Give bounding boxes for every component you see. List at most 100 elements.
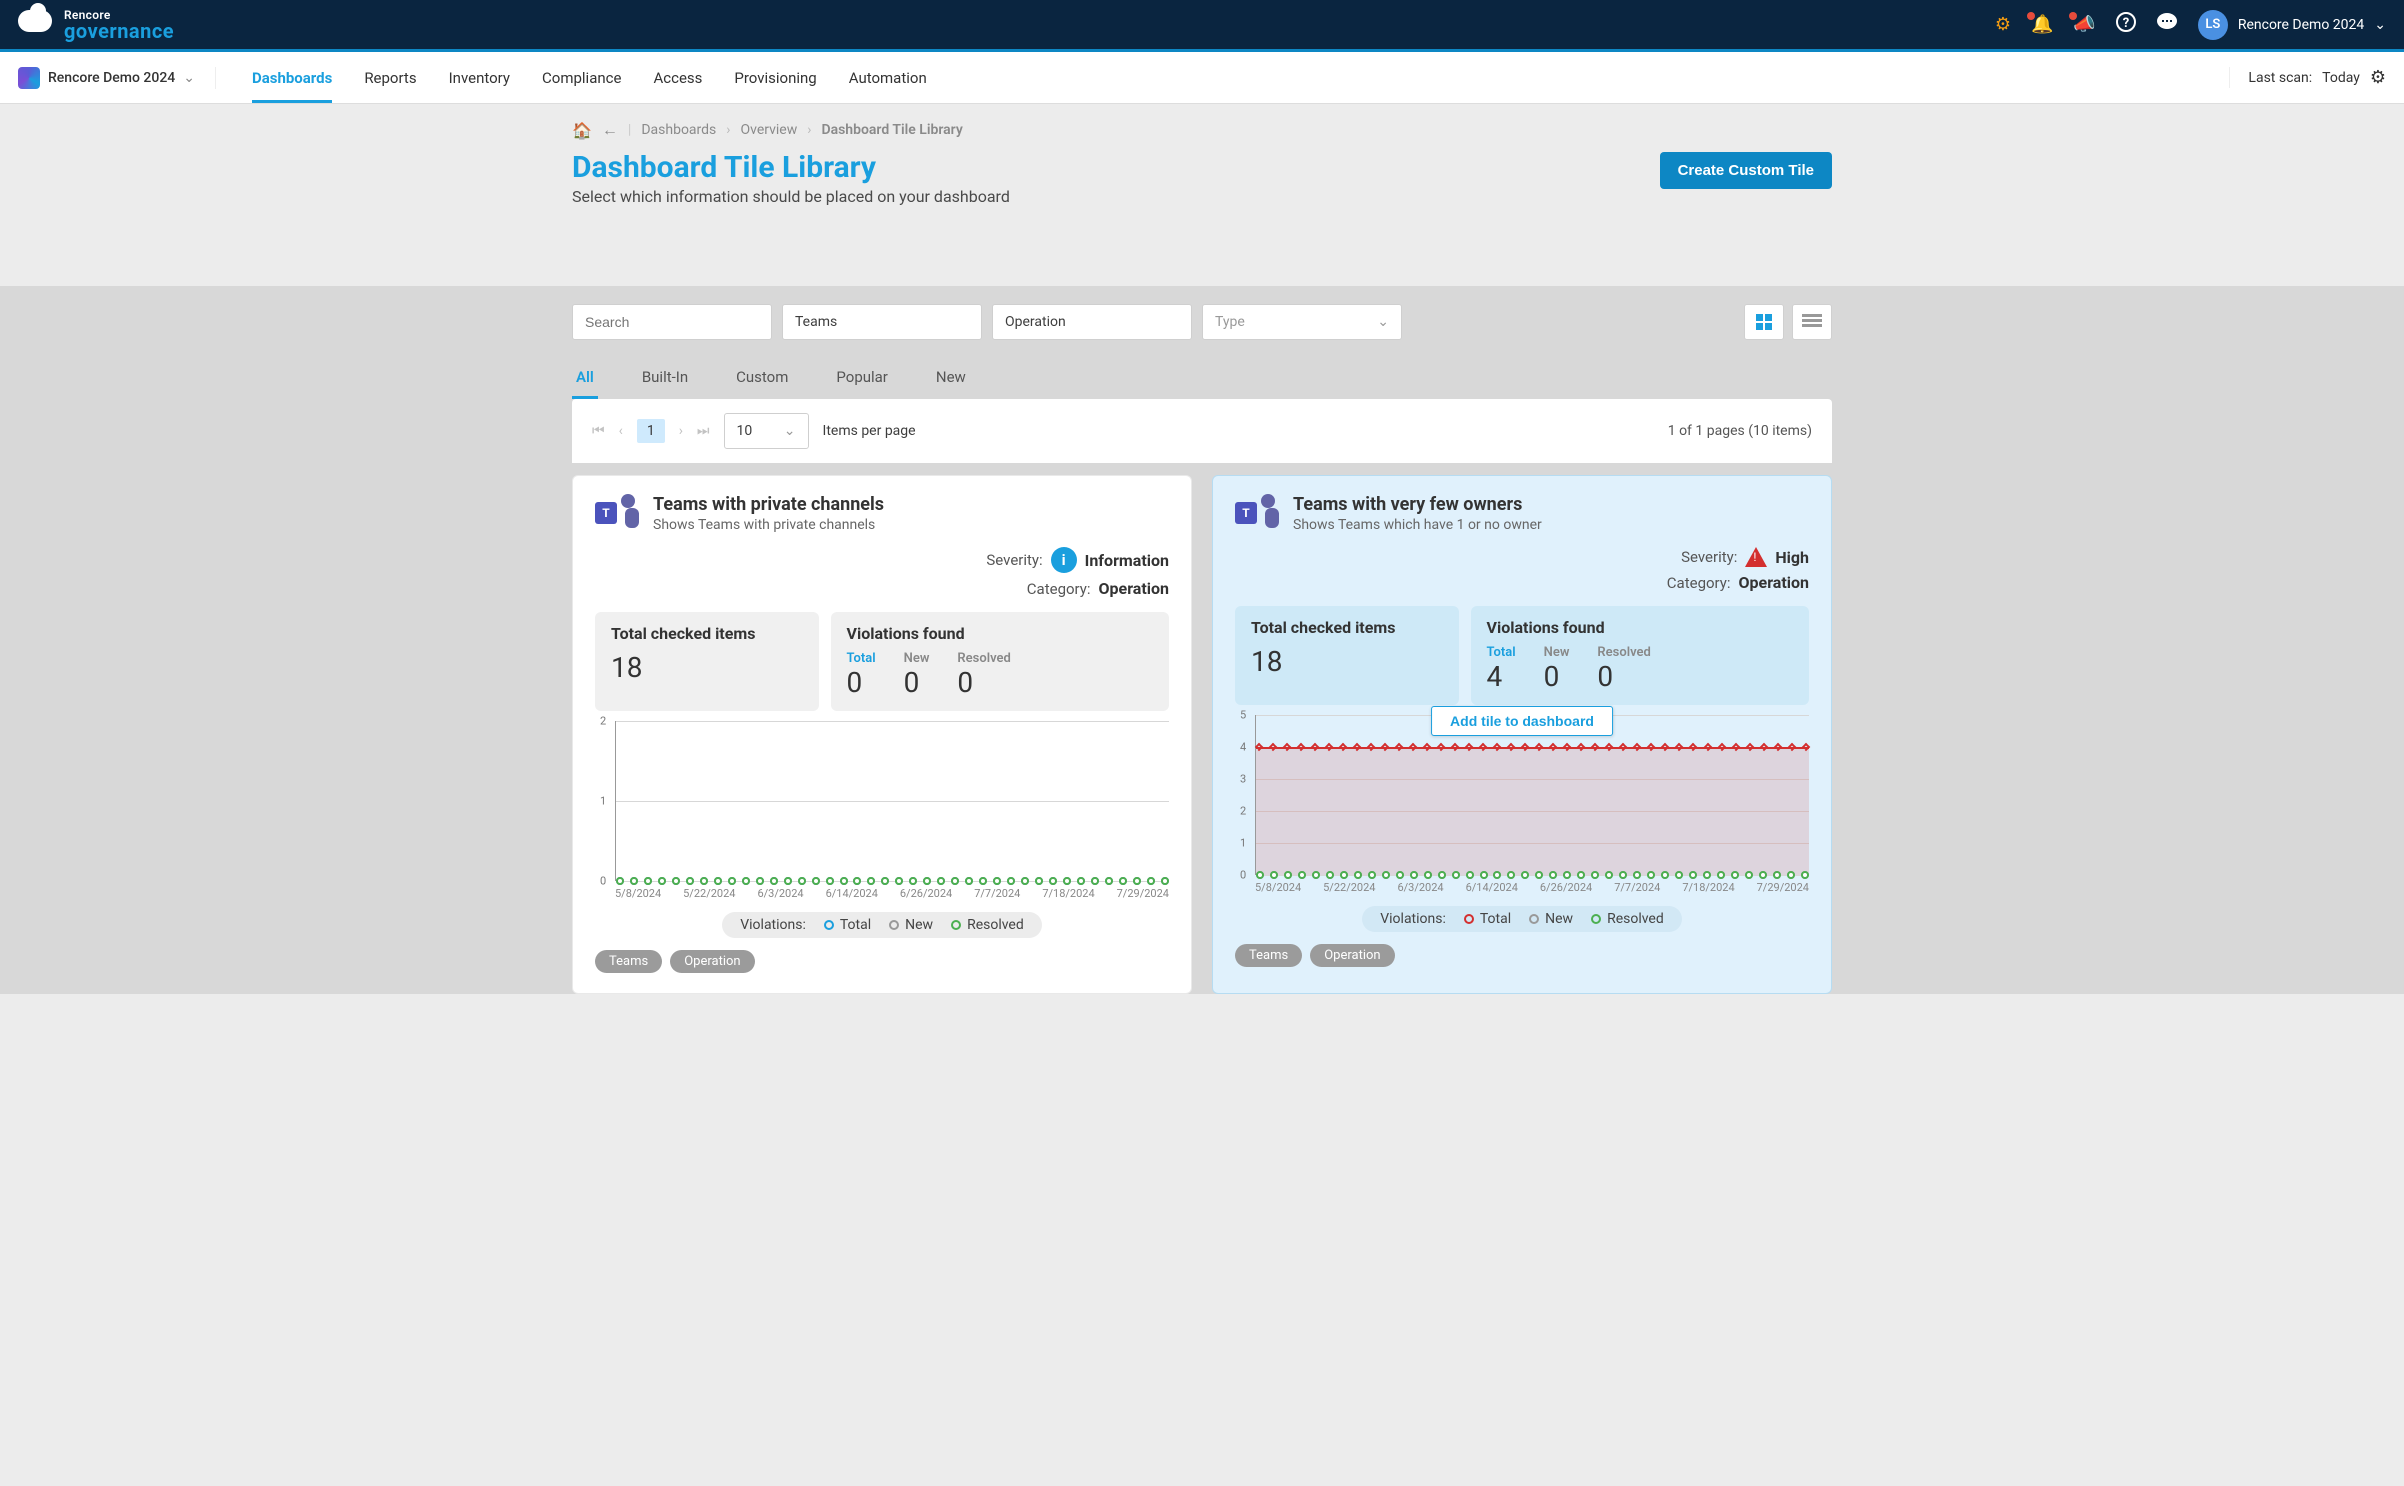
severity-label: Severity: [986, 551, 1042, 569]
tab-inventory[interactable]: Inventory [449, 53, 510, 103]
subtab-custom[interactable]: Custom [732, 358, 792, 399]
teams-icon: T [595, 494, 639, 530]
breadcrumb: 🏠 ← | Dashboards › Overview › Dashboard … [572, 120, 1832, 140]
tag-teams: Teams [1235, 944, 1302, 967]
crumb-dashboards[interactable]: Dashboards [641, 122, 716, 138]
checked-label: Total checked items [611, 624, 803, 643]
tab-access[interactable]: Access [653, 53, 702, 103]
category-value: Operation [1005, 314, 1066, 330]
violations-label: Violations found [847, 624, 1153, 643]
severity-value: Information [1085, 551, 1169, 570]
severity-label: Severity: [1681, 548, 1737, 566]
crumb-overview[interactable]: Overview [741, 122, 798, 138]
pager-current: 1 [637, 419, 665, 443]
help-icon[interactable]: ? [2116, 12, 2136, 37]
checked-label: Total checked items [1251, 618, 1443, 637]
type-select[interactable]: Type ⌄ [1202, 304, 1402, 340]
tab-reports[interactable]: Reports [364, 53, 416, 103]
chevron-down-icon: ⌄ [183, 70, 195, 86]
category-value: Operation [1739, 573, 1809, 592]
chevron-down-icon: ⌄ [784, 423, 796, 439]
pager-prev-icon[interactable]: ‹ [619, 423, 623, 439]
filter-strip: Teams Operation Type ⌄ All Built-In Cust… [0, 286, 2404, 994]
svg-text:?: ? [2123, 16, 2129, 31]
pager-info: 1 of 1 pages (10 items) [1668, 423, 1812, 439]
home-icon[interactable]: 🏠 [572, 121, 592, 140]
megaphone-icon[interactable]: 📣 [2073, 14, 2095, 35]
page-title: Dashboard Tile Library [572, 150, 1010, 185]
teams-icon: T [1235, 494, 1279, 530]
back-icon[interactable]: ← [602, 120, 618, 140]
bell-icon[interactable]: 🔔 [2031, 14, 2053, 35]
brand[interactable]: Rencore governance [18, 9, 174, 41]
workload-select[interactable]: Teams [782, 304, 982, 340]
add-tile-button[interactable]: Add tile to dashboard [1431, 706, 1613, 736]
severity-info-icon: i [1051, 547, 1077, 573]
tile-card[interactable]: Add tile to dashboard T Teams with very … [1212, 475, 1832, 994]
pager-first-icon[interactable]: ⏮ [592, 423, 605, 439]
search-input[interactable] [572, 304, 772, 340]
pager-next-icon[interactable]: › [679, 423, 683, 439]
violations-box: Violations found Total0 New0 Resolved0 [831, 612, 1169, 711]
category-select[interactable]: Operation [992, 304, 1192, 340]
tag-teams: Teams [595, 950, 662, 973]
tag-operation: Operation [670, 950, 754, 973]
page-size-select[interactable]: 10 ⌄ [724, 413, 809, 449]
chat-icon[interactable] [2156, 12, 2178, 37]
tab-provisioning[interactable]: Provisioning [734, 53, 816, 103]
gear-icon[interactable]: ⚙ [2370, 67, 2386, 88]
last-scan-label: Last scan: [2248, 70, 2312, 86]
violations-chart: 012345 5/8/20245/22/20246/3/20246/14/202… [1235, 715, 1809, 894]
pager-last-icon[interactable]: ⏭ [697, 423, 710, 439]
user-label: Rencore Demo 2024 [2238, 17, 2364, 33]
card-subtitle: Shows Teams with private channels [653, 517, 884, 533]
category-label: Category: [1667, 574, 1731, 592]
tab-automation[interactable]: Automation [849, 53, 927, 103]
gear-icon[interactable]: ⚙ [1995, 14, 2011, 35]
create-custom-tile-button[interactable]: Create Custom Tile [1660, 152, 1832, 189]
tile-card[interactable]: T Teams with private channels Shows Team… [572, 475, 1192, 994]
checked-items-box: Total checked items 18 [1235, 606, 1459, 705]
chart-legend: Violations: Total New Resolved [722, 912, 1042, 938]
category-value: Operation [1099, 579, 1169, 598]
org-icon [18, 67, 40, 89]
category-label: Category: [1027, 580, 1091, 598]
violations-box: Violations found Total4 New0 Resolved0 [1471, 606, 1809, 705]
pager: ⏮ ‹ 1 › ⏭ 10 ⌄ Items per page 1 of 1 pag… [572, 399, 1832, 463]
card-title: Teams with very few owners [1293, 494, 1542, 515]
page-size-value: 10 [737, 423, 753, 439]
chart-legend: Violations: Total New Resolved [1362, 906, 1682, 932]
brand-line2: governance [64, 21, 174, 41]
tab-dashboards[interactable]: Dashboards [252, 53, 332, 103]
org-picker[interactable]: Rencore Demo 2024 ⌄ [18, 67, 216, 89]
subtab-new[interactable]: New [932, 358, 970, 399]
subtab-all[interactable]: All [572, 358, 598, 399]
view-grid-button[interactable] [1744, 304, 1784, 340]
pager-per-label: Items per page [823, 423, 916, 439]
severity-high-icon [1745, 547, 1767, 567]
view-list-button[interactable] [1792, 304, 1832, 340]
last-scan-value: Today [2322, 70, 2360, 86]
type-placeholder: Type [1215, 314, 1245, 330]
tab-compliance[interactable]: Compliance [542, 53, 621, 103]
checked-value: 18 [1251, 645, 1443, 678]
crumb-current: Dashboard Tile Library [821, 122, 962, 138]
last-scan: Last scan: Today ⚙ [2229, 67, 2386, 88]
severity-value: High [1775, 548, 1809, 567]
violations-label: Violations found [1487, 618, 1793, 637]
checked-value: 18 [611, 651, 803, 684]
page-subtitle: Select which information should be place… [572, 187, 1010, 206]
chevron-down-icon: ⌄ [2374, 17, 2386, 33]
user-menu[interactable]: LS Rencore Demo 2024 ⌄ [2198, 10, 2386, 40]
chevron-down-icon: ⌄ [1377, 314, 1389, 330]
subtab-builtin[interactable]: Built-In [638, 358, 692, 399]
workload-value: Teams [795, 314, 837, 330]
subtab-popular[interactable]: Popular [832, 358, 892, 399]
navbar: Rencore Demo 2024 ⌄ Dashboards Reports I… [0, 52, 2404, 104]
violations-chart: 012 5/8/20245/22/20246/3/20246/14/20246/… [595, 721, 1169, 900]
checked-items-box: Total checked items 18 [595, 612, 819, 711]
topbar: Rencore governance ⚙ 🔔 📣 ? LS Rencore De… [0, 0, 2404, 52]
avatar: LS [2198, 10, 2228, 40]
org-name: Rencore Demo 2024 [48, 70, 175, 86]
brand-logo-icon [18, 10, 54, 40]
